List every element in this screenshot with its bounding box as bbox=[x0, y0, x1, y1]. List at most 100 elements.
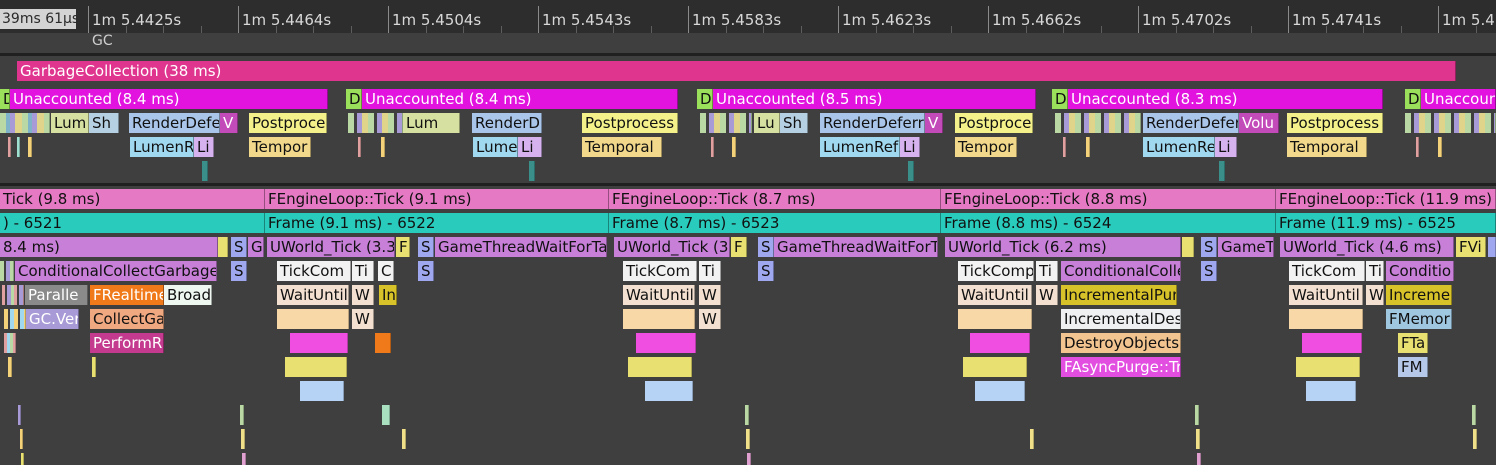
event-cluster[interactable] bbox=[2, 285, 24, 305]
event[interactable] bbox=[290, 333, 348, 353]
event[interactable]: W bbox=[352, 285, 374, 305]
render-event[interactable]: RenderDefe bbox=[129, 113, 220, 133]
event[interactable]: S bbox=[758, 237, 774, 257]
render-event[interactable]: Tempor bbox=[955, 137, 1017, 157]
frame-event[interactable]: Frame (8.7 ms) - 6523 bbox=[609, 213, 941, 233]
world-tick-event[interactable]: UWorld_Tick (6.2 ms) bbox=[945, 237, 1181, 257]
event[interactable] bbox=[958, 309, 1032, 329]
event[interactable] bbox=[963, 357, 1027, 377]
timing-insights-timeline[interactable]: 39ms 61µs 1m 5.4425s 1m 5.4464s 1m 5.450… bbox=[0, 0, 1496, 465]
render-event[interactable] bbox=[381, 137, 385, 157]
render-event-cluster[interactable] bbox=[1405, 113, 1496, 133]
frame-event[interactable]: Frame (11.9 ms) - 6525 bbox=[1276, 213, 1496, 233]
event[interactable]: G bbox=[248, 237, 264, 257]
garbage-collection-event[interactable]: GarbageCollection (38 ms) bbox=[17, 61, 1456, 81]
event[interactable] bbox=[1302, 333, 1362, 353]
unaccounted-event[interactable]: Unaccounted (8.3 ms) bbox=[1068, 89, 1383, 109]
event[interactable]: FMemor bbox=[1386, 309, 1452, 329]
render-event[interactable] bbox=[8, 137, 11, 157]
gc-track-header[interactable]: GC bbox=[92, 33, 113, 49]
event[interactable] bbox=[1182, 237, 1194, 257]
render-event[interactable]: LumenR bbox=[130, 137, 194, 157]
render-event[interactable] bbox=[711, 137, 714, 157]
render-event[interactable] bbox=[1219, 161, 1225, 181]
frame-event[interactable]: Frame (9.1 ms) - 6522 bbox=[265, 213, 609, 233]
render-event[interactable]: Lu bbox=[754, 113, 780, 133]
world-tick-event[interactable]: UWorld_Tick (3.3 bbox=[267, 237, 395, 257]
event[interactable] bbox=[746, 429, 750, 449]
event[interactable]: Ti bbox=[699, 261, 721, 281]
render-event[interactable]: Li bbox=[900, 137, 920, 157]
event[interactable] bbox=[975, 381, 1025, 401]
event[interactable]: S bbox=[1201, 237, 1217, 257]
engine-loop-tick-event[interactable]: FEngineLoop::Tick (8.8 ms) bbox=[941, 189, 1276, 209]
event[interactable] bbox=[277, 309, 349, 329]
render-event[interactable]: Lum bbox=[51, 113, 89, 133]
render-event[interactable]: Temporal bbox=[1287, 137, 1367, 157]
event[interactable] bbox=[1197, 453, 1201, 465]
render-event[interactable]: LumenRef bbox=[820, 137, 900, 157]
event[interactable]: S bbox=[231, 237, 247, 257]
event[interactable] bbox=[1472, 405, 1476, 425]
render-event[interactable]: LumenRe bbox=[1143, 137, 1215, 157]
event[interactable]: WaitUntil bbox=[1289, 285, 1363, 305]
frame-event[interactable]: Frame (8.8 ms) - 6524 bbox=[941, 213, 1276, 233]
event[interactable] bbox=[1473, 429, 1477, 449]
event[interactable]: FM bbox=[1398, 357, 1428, 377]
render-event[interactable]: D bbox=[697, 89, 713, 109]
async-purge-event[interactable]: FAsyncPurge::Tr bbox=[1061, 357, 1181, 377]
unaccounted-event[interactable]: Unaccounted bbox=[1421, 89, 1496, 109]
incremental-destroy-event[interactable]: IncrementalDes bbox=[1061, 309, 1181, 329]
render-event-cluster[interactable] bbox=[0, 113, 50, 133]
event[interactable]: Paralle bbox=[25, 285, 88, 305]
event[interactable] bbox=[21, 453, 24, 465]
event[interactable]: S bbox=[418, 261, 434, 281]
render-event[interactable] bbox=[202, 161, 208, 181]
render-event[interactable]: D bbox=[346, 89, 362, 109]
render-event[interactable]: D bbox=[1405, 89, 1421, 109]
event[interactable]: CollectGa bbox=[90, 309, 164, 329]
render-event[interactable]: RenderDeferr bbox=[820, 113, 925, 133]
event[interactable]: F bbox=[731, 237, 747, 257]
event[interactable]: Ti bbox=[1036, 261, 1058, 281]
event[interactable] bbox=[636, 333, 696, 353]
render-event[interactable]: Lume bbox=[473, 137, 518, 157]
render-event[interactable]: Postprocess bbox=[1287, 113, 1383, 133]
world-tick-event[interactable]: UWorld_Tick (3. bbox=[614, 237, 730, 257]
game-thread-wait-event[interactable]: GameT bbox=[1218, 237, 1274, 257]
render-event[interactable] bbox=[1416, 137, 1419, 157]
event[interactable]: W bbox=[352, 309, 374, 329]
event[interactable] bbox=[747, 453, 751, 465]
event[interactable]: Ti bbox=[352, 261, 374, 281]
event[interactable] bbox=[18, 405, 21, 425]
event[interactable]: W bbox=[699, 285, 721, 305]
event[interactable]: W bbox=[699, 309, 721, 329]
render-event[interactable] bbox=[1438, 137, 1442, 157]
event[interactable]: W bbox=[1366, 285, 1384, 305]
event[interactable] bbox=[1306, 381, 1356, 401]
event[interactable]: TickCom bbox=[623, 261, 697, 281]
render-event[interactable]: Tempor bbox=[249, 137, 311, 157]
render-event[interactable] bbox=[732, 137, 736, 157]
render-event[interactable] bbox=[1086, 137, 1090, 157]
event[interactable]: Ti bbox=[1366, 261, 1384, 281]
engine-loop-tick-event[interactable]: FEngineLoop::Tick (9.1 ms) bbox=[265, 189, 609, 209]
render-event[interactable] bbox=[28, 137, 32, 157]
game-thread-wait-event[interactable]: GameThreadWaitForTa bbox=[435, 237, 607, 257]
event[interactable] bbox=[1289, 309, 1363, 329]
event[interactable]: PerformR bbox=[90, 333, 164, 353]
event[interactable] bbox=[382, 405, 390, 425]
render-event[interactable]: Volu bbox=[1239, 113, 1279, 133]
render-event[interactable]: Sh bbox=[780, 113, 808, 133]
event[interactable] bbox=[1296, 357, 1360, 377]
event[interactable] bbox=[1196, 429, 1200, 449]
event[interactable] bbox=[1488, 237, 1496, 257]
frame-event[interactable]: ) - 6521 bbox=[0, 213, 265, 233]
event[interactable]: S bbox=[418, 237, 434, 257]
event[interactable] bbox=[402, 429, 406, 449]
render-event[interactable]: D bbox=[1052, 89, 1068, 109]
event[interactable]: TickComp bbox=[958, 261, 1034, 281]
event[interactable]: TickCom bbox=[1289, 261, 1365, 281]
event[interactable] bbox=[970, 333, 1030, 353]
world-tick-event[interactable]: 8.4 ms) bbox=[0, 237, 218, 257]
